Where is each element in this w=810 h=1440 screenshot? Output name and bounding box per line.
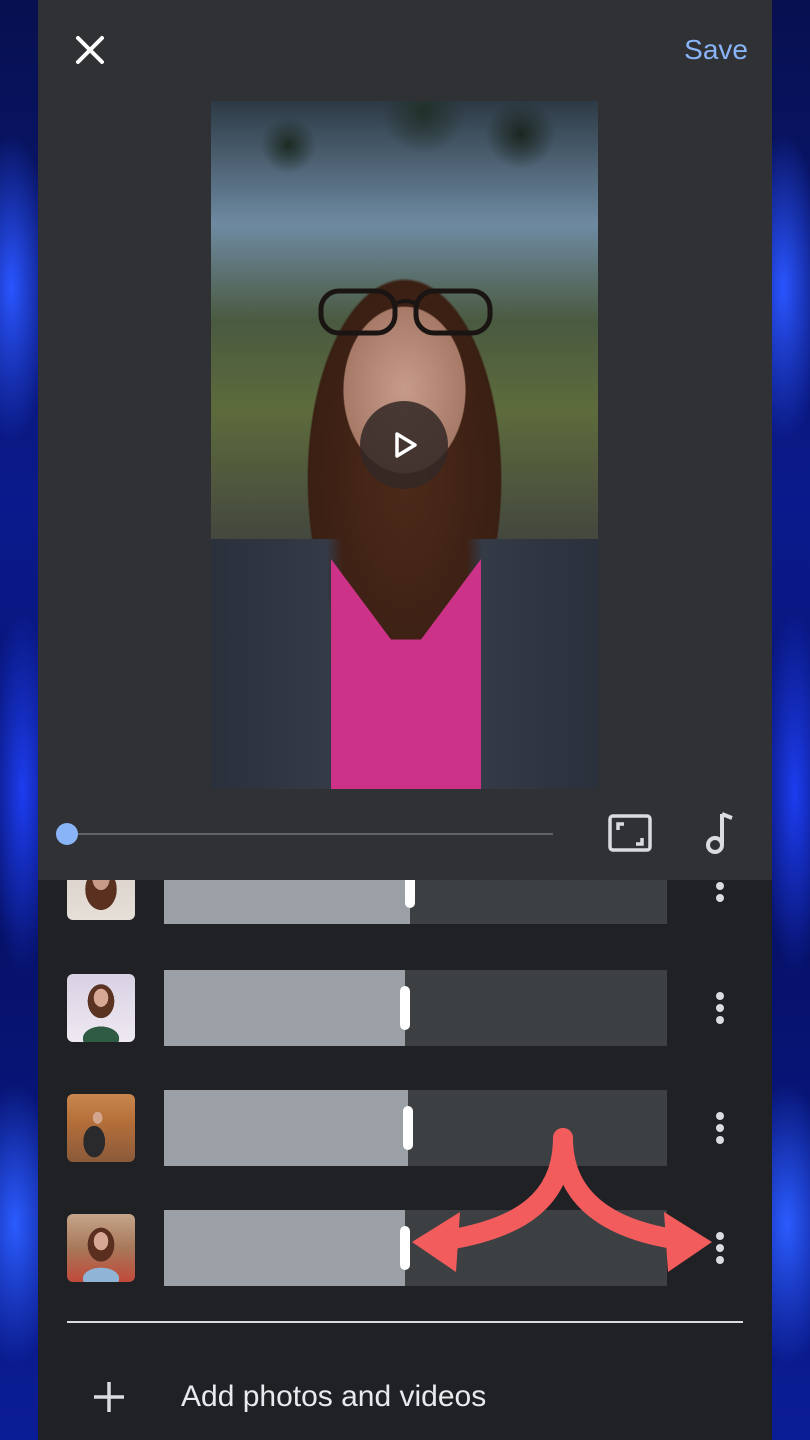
more-vert-icon [716, 882, 724, 890]
background-right [772, 0, 810, 1440]
clip-thumbnail[interactable] [67, 1214, 135, 1282]
clip-trim-bar[interactable] [164, 880, 667, 924]
clip-row [38, 1210, 772, 1286]
trim-handle[interactable] [403, 1106, 413, 1150]
trim-handle[interactable] [405, 880, 415, 908]
close-button[interactable] [68, 28, 112, 72]
clip-more-button[interactable] [708, 1228, 732, 1268]
play-button[interactable] [360, 401, 448, 489]
more-vert-icon [716, 992, 724, 1000]
video-editor-screen: Save Add photos and videos [38, 0, 772, 1440]
music-button[interactable] [700, 808, 740, 858]
trim-handle[interactable] [400, 986, 410, 1030]
clip-thumbnail[interactable] [67, 974, 135, 1042]
more-vert-icon [716, 1256, 724, 1264]
aspect-ratio-button[interactable] [606, 811, 654, 857]
clip-more-button[interactable] [708, 988, 732, 1028]
save-button[interactable]: Save [684, 30, 748, 70]
close-icon [76, 36, 104, 64]
clip-list [38, 880, 772, 1320]
clip-row [38, 1090, 772, 1166]
trim-selected-range [164, 1090, 408, 1166]
clip-trim-bar[interactable] [164, 1210, 667, 1286]
more-vert-icon [716, 1112, 724, 1120]
clip-row [38, 970, 772, 1046]
clip-trim-bar[interactable] [164, 970, 667, 1046]
clip-thumbnail[interactable] [67, 880, 135, 920]
more-vert-icon [716, 894, 724, 902]
scrubber-track [66, 833, 553, 835]
editor-top-panel: Save [38, 0, 772, 880]
more-vert-icon [716, 1136, 724, 1144]
preview-glasses [318, 288, 493, 336]
more-vert-icon [716, 1004, 724, 1012]
more-vert-icon [716, 1124, 724, 1132]
add-photos-videos-button[interactable]: Add photos and videos [38, 1356, 772, 1440]
trim-selected-range [164, 970, 405, 1046]
play-icon [395, 432, 417, 458]
clip-row [38, 880, 772, 924]
trim-selected-range [164, 1210, 405, 1286]
trim-handle[interactable] [400, 1226, 410, 1270]
add-photos-videos-label: Add photos and videos [181, 1380, 487, 1413]
music-note-icon [706, 812, 733, 854]
list-divider [67, 1321, 743, 1323]
clip-more-button[interactable] [708, 880, 732, 910]
trim-selected-range [164, 880, 410, 924]
clip-thumbnail[interactable] [67, 1094, 135, 1162]
more-vert-icon [716, 1244, 724, 1252]
aspect-ratio-icon [608, 814, 652, 852]
more-vert-icon [716, 1232, 724, 1240]
more-vert-icon [716, 1016, 724, 1024]
scrubber-handle[interactable] [56, 823, 78, 845]
clip-trim-bar[interactable] [164, 1090, 667, 1166]
add-icon [94, 1382, 124, 1412]
background-left [0, 0, 38, 1440]
clip-more-button[interactable] [708, 1108, 732, 1148]
playback-scrubber[interactable] [56, 820, 553, 848]
